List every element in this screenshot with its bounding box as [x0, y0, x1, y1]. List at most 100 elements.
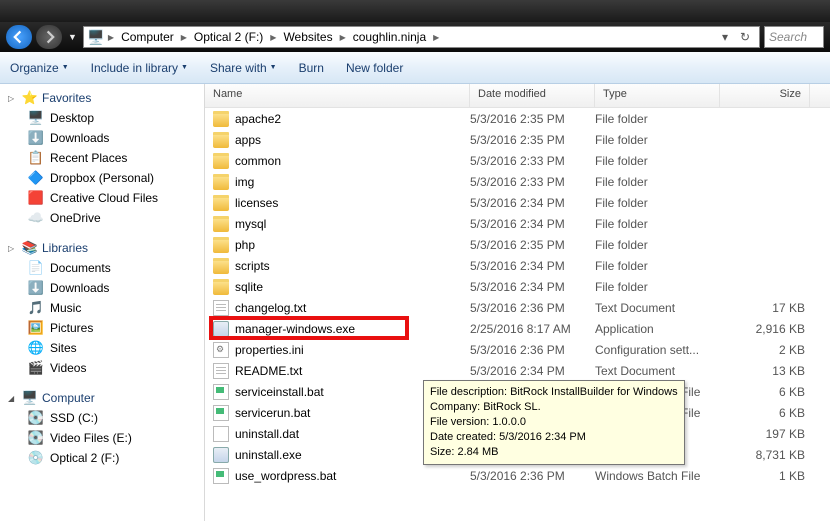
file-row[interactable]: img5/3/2016 2:33 PMFile folder — [205, 171, 830, 192]
file-type: File folder — [595, 133, 720, 147]
chevron-right-icon[interactable]: ▶ — [179, 33, 189, 42]
file-size: 8,731 KB — [720, 448, 805, 462]
sidebar-item-label: Pictures — [50, 321, 93, 335]
nav-forward-button[interactable] — [36, 25, 62, 49]
chevron-down-icon: ▼ — [181, 64, 188, 71]
file-row[interactable]: mysql5/3/2016 2:34 PMFile folder — [205, 213, 830, 234]
file-row[interactable]: README.txt5/3/2016 2:34 PMText Document1… — [205, 360, 830, 381]
file-row[interactable]: apache25/3/2016 2:35 PMFile folder — [205, 108, 830, 129]
file-row[interactable]: use_wordpress.bat5/3/2016 2:36 PMWindows… — [205, 465, 830, 486]
file-row[interactable]: sqlite5/3/2016 2:34 PMFile folder — [205, 276, 830, 297]
folder-icon — [213, 174, 229, 190]
file-row[interactable]: licenses5/3/2016 2:34 PMFile folder — [205, 192, 830, 213]
txt-icon — [213, 300, 229, 316]
sidebar-item[interactable]: 🖥️Desktop — [0, 108, 204, 128]
sidebar-item[interactable]: ⬇️Downloads — [0, 278, 204, 298]
sidebar-item[interactable]: 📋Recent Places — [0, 148, 204, 168]
item-icon: 💽 — [28, 410, 44, 426]
organize-button[interactable]: Organize ▼ — [10, 61, 69, 75]
refresh-button[interactable]: ↻ — [735, 30, 755, 44]
file-size: 197 KB — [720, 427, 805, 441]
sidebar-item[interactable]: 💿Optical 2 (F:) — [0, 448, 204, 468]
breadcrumb-segment[interactable]: Computer — [118, 30, 177, 44]
file-row[interactable]: changelog.txt5/3/2016 2:36 PMText Docume… — [205, 297, 830, 318]
item-icon: ⬇️ — [28, 280, 44, 296]
sidebar-item[interactable]: 📄Documents — [0, 258, 204, 278]
sidebar-item[interactable]: 🔷Dropbox (Personal) — [0, 168, 204, 188]
sidebar-item-label: Recent Places — [50, 151, 127, 165]
column-header-name[interactable]: Name — [205, 84, 470, 107]
file-name: sqlite — [235, 280, 263, 294]
search-input[interactable]: Search — [764, 26, 824, 48]
file-row[interactable]: scripts5/3/2016 2:34 PMFile folder — [205, 255, 830, 276]
address-dropdown-button[interactable]: ▾ — [715, 30, 735, 44]
folder-icon — [213, 279, 229, 295]
file-row[interactable]: common5/3/2016 2:33 PMFile folder — [205, 150, 830, 171]
chevron-right-icon[interactable]: ▶ — [338, 33, 348, 42]
share-with-button[interactable]: Share with ▼ — [210, 61, 277, 75]
sidebar-item[interactable]: 🖼️Pictures — [0, 318, 204, 338]
file-row[interactable]: properties.ini5/3/2016 2:36 PMConfigurat… — [205, 339, 830, 360]
file-name: uninstall.dat — [235, 427, 299, 441]
file-date: 5/3/2016 2:36 PM — [470, 343, 595, 357]
chevron-down-icon: ▼ — [270, 64, 277, 71]
breadcrumb-segment[interactable]: Websites — [280, 30, 335, 44]
item-icon: 🔷 — [28, 170, 44, 186]
burn-button[interactable]: Burn — [299, 61, 324, 75]
dat-icon — [213, 426, 229, 442]
chevron-right-icon[interactable]: ▶ — [268, 33, 278, 42]
exe-icon — [213, 321, 229, 337]
chevron-right-icon[interactable]: ▶ — [106, 33, 116, 42]
file-row[interactable]: php5/3/2016 2:35 PMFile folder — [205, 234, 830, 255]
favorites-header[interactable]: ▷⭐Favorites — [0, 88, 204, 108]
toolbar: Organize ▼ Include in library ▼ Share wi… — [0, 52, 830, 84]
file-name: serviceinstall.bat — [235, 385, 324, 399]
sidebar-item[interactable]: 🎬Videos — [0, 358, 204, 378]
address-bar[interactable]: 🖥️ ▶ Computer ▶ Optical 2 (F:) ▶ Website… — [83, 26, 760, 48]
sidebar-item[interactable]: ☁️OneDrive — [0, 208, 204, 228]
computer-icon: 🖥️ — [22, 390, 38, 406]
libraries-header[interactable]: ▷📚Libraries — [0, 238, 204, 258]
disclosure-icon: ◢ — [8, 394, 18, 403]
file-list: Name Date modified Type Size apache25/3/… — [205, 84, 830, 521]
item-icon: 📄 — [28, 260, 44, 276]
file-date: 5/3/2016 2:34 PM — [470, 364, 595, 378]
file-date: 5/3/2016 2:33 PM — [470, 175, 595, 189]
file-row[interactable]: manager-windows.exe2/25/2016 8:17 AMAppl… — [205, 318, 830, 339]
item-icon: 🌐 — [28, 340, 44, 356]
file-date: 2/25/2016 8:17 AM — [470, 322, 595, 336]
star-icon: ⭐ — [22, 90, 38, 106]
sidebar-item[interactable]: 🎵Music — [0, 298, 204, 318]
file-type: File folder — [595, 259, 720, 273]
sidebar-item[interactable]: 💽SSD (C:) — [0, 408, 204, 428]
file-row[interactable]: apps5/3/2016 2:35 PMFile folder — [205, 129, 830, 150]
breadcrumb-segment[interactable]: coughlin.ninja — [350, 30, 429, 44]
sidebar-item[interactable]: 🌐Sites — [0, 338, 204, 358]
file-type: File folder — [595, 175, 720, 189]
new-folder-button[interactable]: New folder — [346, 61, 403, 75]
sidebar-item[interactable]: 💽Video Files (E:) — [0, 428, 204, 448]
column-header-type[interactable]: Type — [595, 84, 720, 107]
column-header-date[interactable]: Date modified — [470, 84, 595, 107]
sidebar-item-label: OneDrive — [50, 211, 101, 225]
file-name: scripts — [235, 259, 270, 273]
sidebar-item[interactable]: ⬇️Downloads — [0, 128, 204, 148]
computer-header[interactable]: ◢🖥️Computer — [0, 388, 204, 408]
file-date: 5/3/2016 2:33 PM — [470, 154, 595, 168]
bat-icon — [213, 384, 229, 400]
chevron-right-icon[interactable]: ▶ — [431, 33, 441, 42]
file-size: 6 KB — [720, 406, 805, 420]
file-date: 5/3/2016 2:34 PM — [470, 196, 595, 210]
sidebar-item-label: Optical 2 (F:) — [50, 451, 119, 465]
tooltip-line: File description: BitRock InstallBuilder… — [430, 385, 678, 400]
file-name: apache2 — [235, 112, 281, 126]
breadcrumb-segment[interactable]: Optical 2 (F:) — [191, 30, 266, 44]
cfg-icon — [213, 342, 229, 358]
include-in-library-button[interactable]: Include in library ▼ — [91, 61, 188, 75]
column-header-size[interactable]: Size — [720, 84, 810, 107]
sidebar-item[interactable]: 🟥Creative Cloud Files — [0, 188, 204, 208]
file-tooltip: File description: BitRock InstallBuilder… — [423, 380, 685, 465]
bat-icon — [213, 468, 229, 484]
nav-history-dropdown[interactable]: ▼ — [66, 32, 79, 42]
nav-back-button[interactable] — [6, 25, 32, 49]
